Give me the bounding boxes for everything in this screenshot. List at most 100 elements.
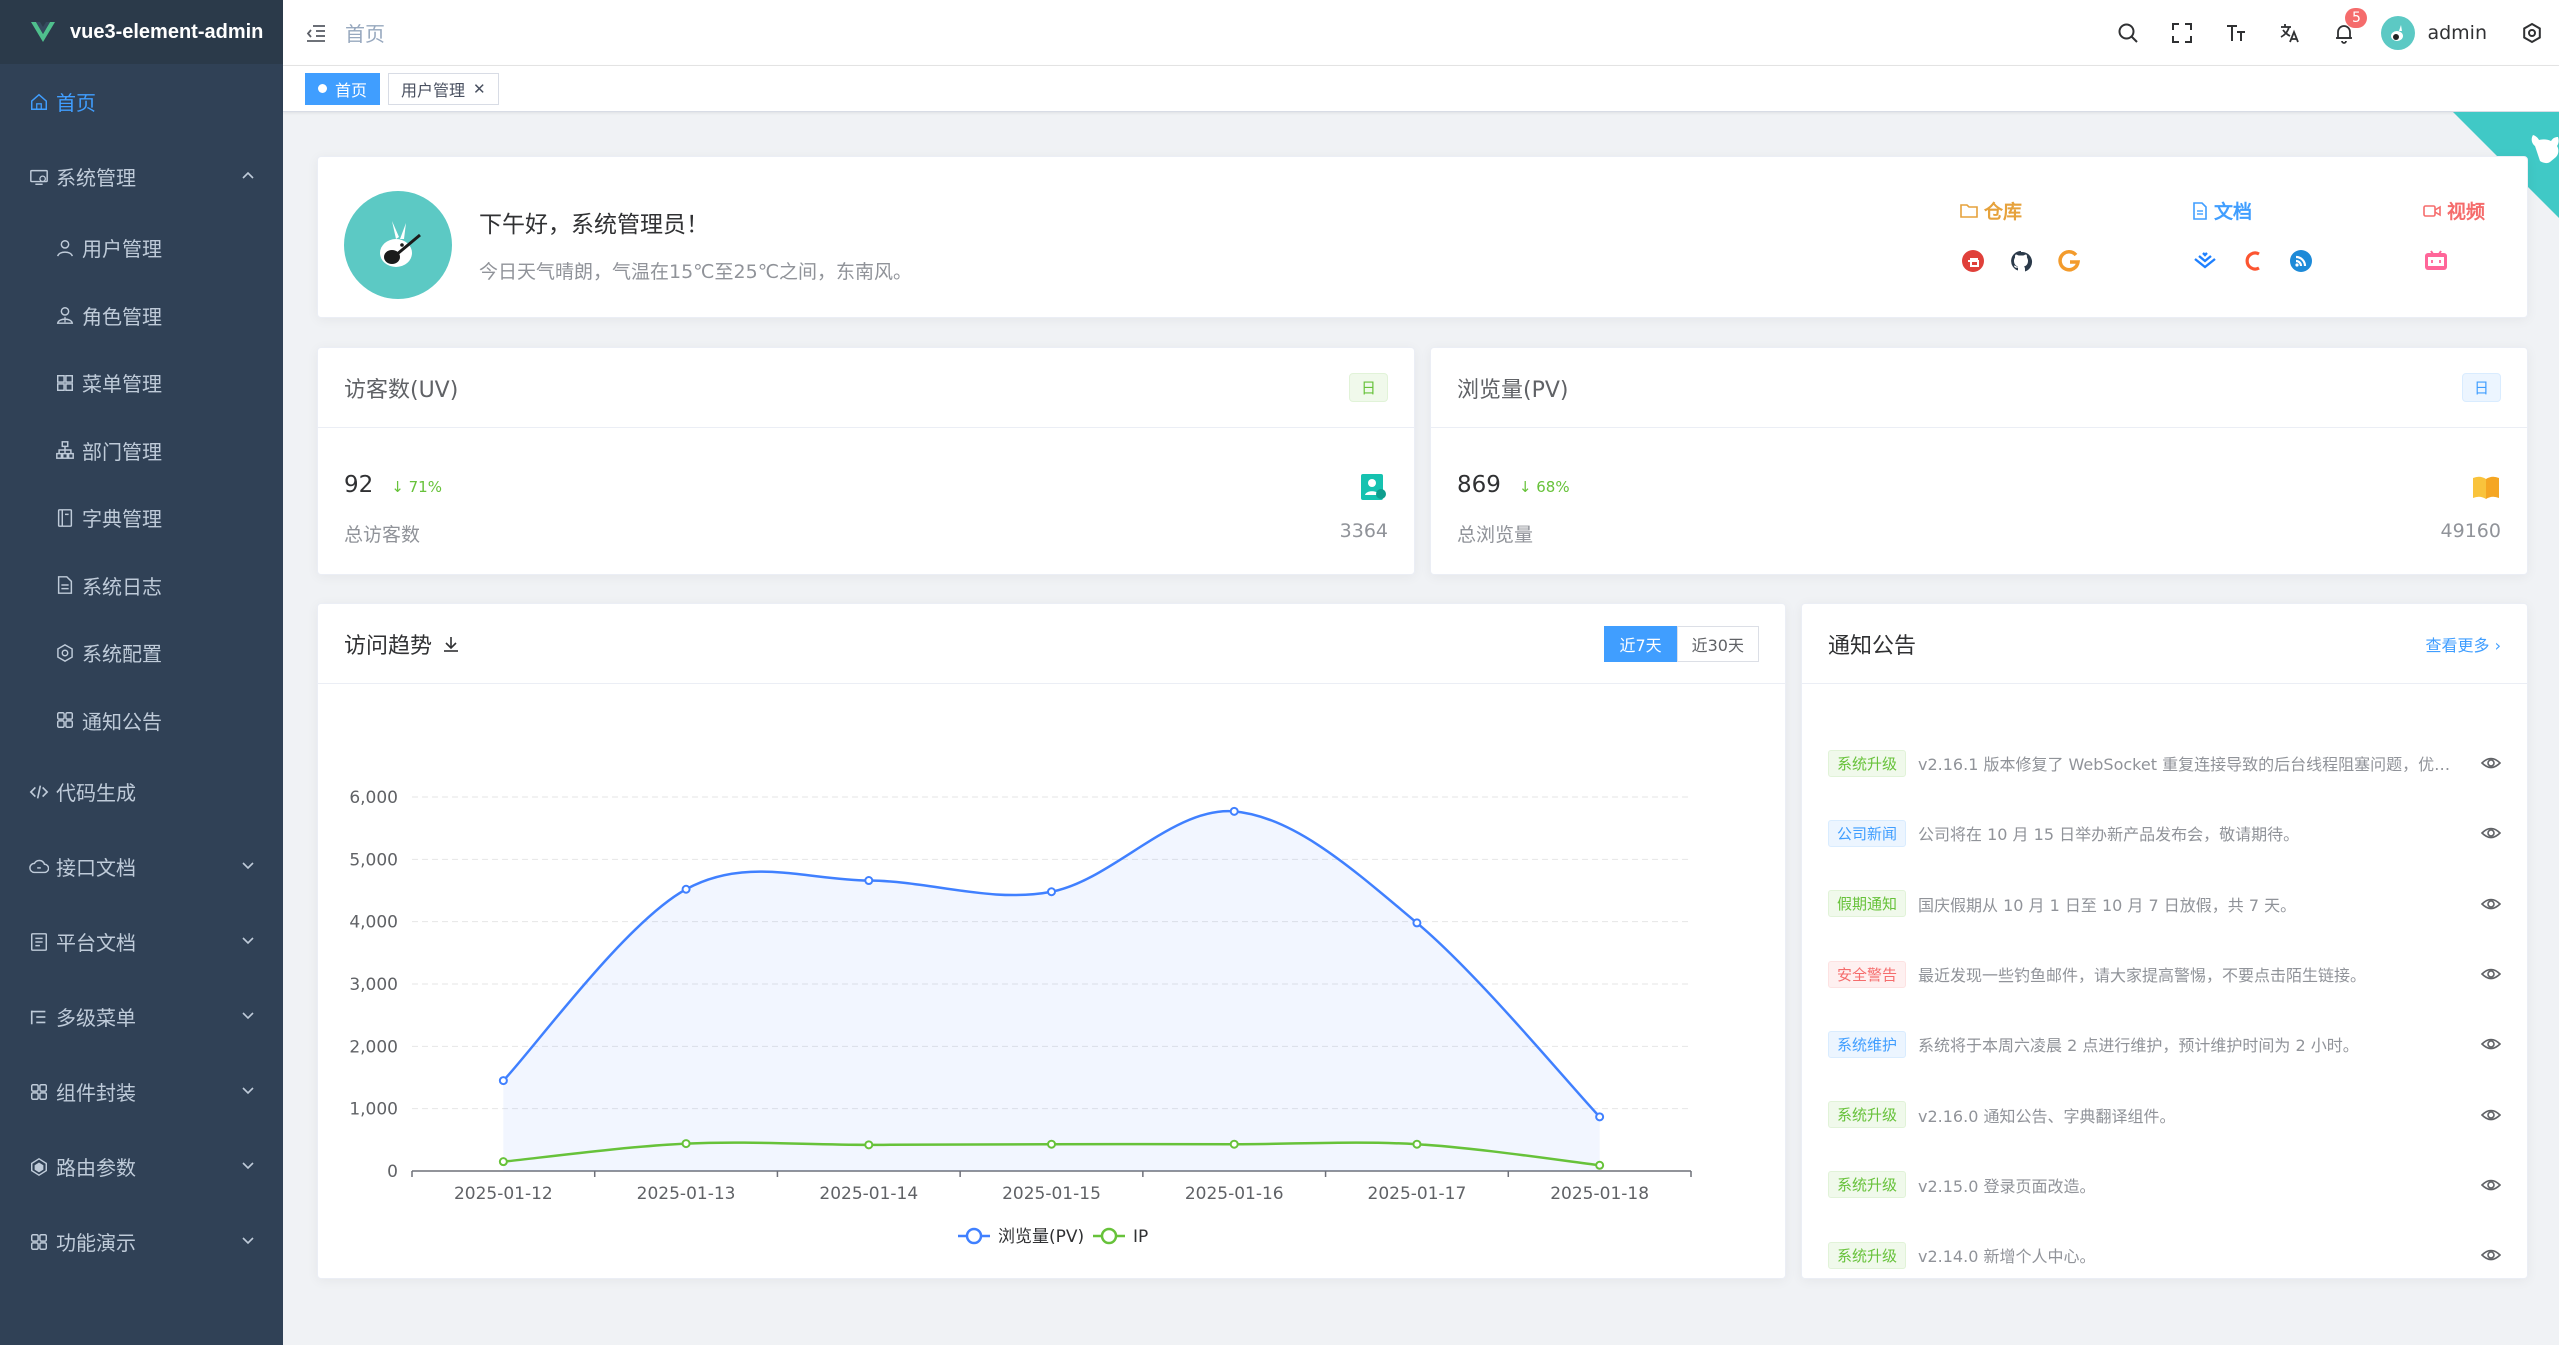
tag-label: 用户管理 (401, 80, 466, 100)
data-point (1595, 1112, 1605, 1122)
notice-item[interactable]: 系统升级 v2.16.0 通知公告、字典翻译组件。 (1802, 1079, 2527, 1149)
gitee-icon[interactable] (1960, 248, 1986, 274)
sidebar-item-label: 部门管理 (82, 439, 162, 464)
csdn-icon[interactable] (2240, 248, 2266, 274)
eye-icon[interactable] (2481, 1034, 2501, 1054)
link-icon (28, 1156, 50, 1178)
notice-item[interactable]: 系统升级 v2.15.0 登录页面改造。 (1802, 1150, 2527, 1220)
github-icon[interactable] (2008, 248, 2034, 274)
pageview-label: 总浏览量 (1457, 524, 1534, 546)
fullscreen-button[interactable] (2155, 0, 2209, 66)
font-size-icon (2227, 25, 2246, 41)
range-30-days[interactable]: 近30天 (1676, 625, 1759, 662)
sidebar-item-label: 平台文档 (56, 931, 136, 955)
x-tick-label: 2025-01-14 (819, 1184, 918, 1204)
notice-text: v2.15.0 登录页面改造。 (1918, 1176, 2096, 1196)
y-tick-label: 5,000 (349, 850, 398, 870)
sidebar-item-label: 菜单管理 (82, 372, 162, 397)
breadcrumb[interactable]: 首页 (345, 18, 385, 47)
eye-icon[interactable] (2481, 1175, 2501, 1195)
download-icon[interactable] (442, 635, 460, 653)
sidebar-item-0[interactable]: 首页 (0, 64, 283, 139)
bilibili-icon[interactable] (2423, 248, 2449, 274)
y-tick-label: 1,000 (349, 1100, 398, 1120)
sidebar-item-14[interactable]: 组件封装 (0, 1054, 283, 1129)
eye-icon[interactable] (2481, 823, 2501, 843)
sidebar-item-11[interactable]: 接口文档 (0, 829, 283, 904)
book-icon (2473, 476, 2499, 499)
visitor-value: 92 (344, 472, 374, 498)
doc-link[interactable]: 文档 (2192, 197, 2314, 224)
sidebar-item-10[interactable]: 代码生成 (0, 754, 283, 829)
sidebar-item-2[interactable]: 用户管理 (0, 214, 283, 282)
x-tick-label: 2025-01-16 (1185, 1184, 1284, 1204)
eye-icon[interactable] (2481, 1245, 2501, 1265)
notification-button[interactable]: 5 (2317, 0, 2371, 66)
view-more-link[interactable]: 查看更多 › (2426, 632, 2502, 656)
tag-user-management[interactable]: 用户管理 ✕ (388, 72, 499, 105)
video-links: 视频 (2423, 197, 2485, 274)
notice-item[interactable]: 假期通知 国庆假期从 10 月 1 日至 10 月 7 日放假，共 7 天。 (1802, 869, 2527, 939)
language-button[interactable] (2263, 0, 2317, 66)
greeting-text: 下午好，系统管理员！ (479, 212, 709, 238)
series-area (503, 811, 1600, 1171)
sidebar-item-9[interactable]: 通知公告 (0, 687, 283, 755)
tag-home[interactable]: 首页 (305, 72, 381, 105)
font-size-button[interactable] (2209, 0, 2263, 66)
eye-icon[interactable] (2481, 753, 2501, 773)
close-icon[interactable]: ✕ (473, 80, 486, 98)
role-icon (54, 304, 76, 326)
logo[interactable]: vue3-element-admin (0, 0, 283, 64)
app-title: vue3-element-admin (70, 20, 264, 43)
notice-item[interactable]: 系统升级 v2.14.0 新增个人中心。 (1802, 1220, 2527, 1290)
sidebar-item-6[interactable]: 字典管理 (0, 484, 283, 552)
eye-icon[interactable] (2481, 894, 2501, 914)
day-tag: 日 (2461, 373, 2501, 402)
repo-link[interactable]: 仓库 (1960, 197, 2082, 224)
sidebar-item-12[interactable]: 平台文档 (0, 904, 283, 979)
data-point (498, 1076, 508, 1086)
notice-item[interactable]: 公司新闻 公司将在 10 月 15 日举办新产品发布会，敬请期待。 (1802, 798, 2527, 868)
sidebar-item-15[interactable]: 路由参数 (0, 1129, 283, 1204)
data-point (1229, 806, 1239, 816)
y-tick-label: 4,000 (349, 913, 398, 933)
sidebar-item-8[interactable]: 系统配置 (0, 619, 283, 687)
user-dropdown[interactable]: admin (2371, 16, 2505, 50)
notice-item[interactable]: 系统升级 v2.16.1 版本修复了 WebSocket 重复连接导致的后台线程阻… (1802, 728, 2527, 798)
doc-links: 文档 (2192, 197, 2314, 274)
video-link[interactable]: 视频 (2423, 197, 2485, 224)
notice-type-tag: 系统升级 (1828, 1171, 1907, 1199)
sidebar-item-7[interactable]: 系统日志 (0, 552, 283, 620)
range-7-days[interactable]: 近7天 (1604, 625, 1677, 662)
vue-logo-icon (31, 22, 55, 42)
eye-icon[interactable] (2481, 1105, 2501, 1125)
eye-icon[interactable] (2481, 964, 2501, 984)
search-button[interactable] (2101, 0, 2155, 66)
navbar-actions: 5 admin (2101, 0, 2559, 66)
grid-icon (28, 1231, 50, 1253)
range-switch: 近7天 近30天 (1604, 625, 1759, 662)
gitcode-icon[interactable] (2056, 248, 2082, 274)
sidebar-item-13[interactable]: 多级菜单 (0, 979, 283, 1054)
juejin-icon[interactable] (2192, 248, 2218, 274)
video-icon (2423, 204, 2441, 217)
legend-marker (1100, 1227, 1118, 1245)
cnblogs-icon[interactable] (2288, 248, 2314, 274)
sidebar-item-5[interactable]: 部门管理 (0, 417, 283, 485)
hamburger-icon[interactable] (305, 22, 327, 44)
rabbit-guitar-icon (380, 221, 421, 267)
pageview-change: ↓ 68% (1518, 478, 1570, 496)
x-tick-label: 2025-01-17 (1368, 1184, 1467, 1204)
sidebar-item-1[interactable]: 系统管理 (0, 139, 283, 214)
data-point (681, 1139, 691, 1149)
sidebar-item-3[interactable]: 角色管理 (0, 282, 283, 350)
notice-item[interactable]: 系统维护 系统将于本周六凌晨 2 点进行维护，预计维护时间为 2 小时。 (1802, 1009, 2527, 1079)
sidebar-item-4[interactable]: 菜单管理 (0, 349, 283, 417)
sidebar-item-label: 功能演示 (56, 1231, 136, 1255)
settings-button[interactable] (2505, 0, 2559, 66)
notice-type-tag: 公司新闻 (1828, 819, 1907, 847)
legend-marker (965, 1227, 983, 1245)
sidebar-item-16[interactable]: 功能演示 (0, 1204, 283, 1279)
chevron-down-icon (241, 933, 255, 951)
notice-item[interactable]: 安全警告 最近发现一些钓鱼邮件，请大家提高警惕，不要点击陌生链接。 (1802, 939, 2527, 1009)
